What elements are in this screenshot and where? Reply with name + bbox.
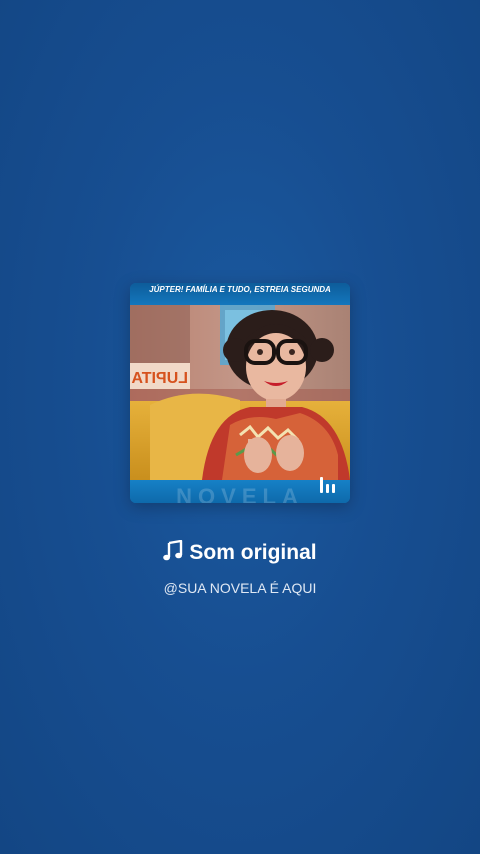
cover-thumbnail-image: LUPITA (130, 305, 350, 480)
thumbnail-sign-text: LUPITA (131, 370, 188, 387)
cover-footer: NOVELA (130, 480, 350, 503)
cover-thumbnail: LUPITA (130, 305, 350, 480)
sound-title-row: Som original (0, 538, 480, 568)
sound-author-link[interactable]: @SUA NOVELA É AQUI (0, 578, 480, 598)
sound-title: Som original (189, 541, 317, 564)
sound-page: { "card": { "caption": "JÚPTER! FAMÍLIA … (0, 0, 480, 854)
footer-faint-text: NOVELA (176, 484, 304, 503)
audio-playing-bars-icon (320, 477, 335, 493)
music-note-icon (163, 540, 183, 561)
sound-cover-card[interactable]: JÚPTER! FAMÍLIA E TUDO, ESTREIA SEGUNDA … (130, 283, 350, 503)
cover-caption: JÚPTER! FAMÍLIA E TUDO, ESTREIA SEGUNDA (130, 283, 350, 305)
footer-faint-text-layer: NOVELA (176, 484, 304, 503)
